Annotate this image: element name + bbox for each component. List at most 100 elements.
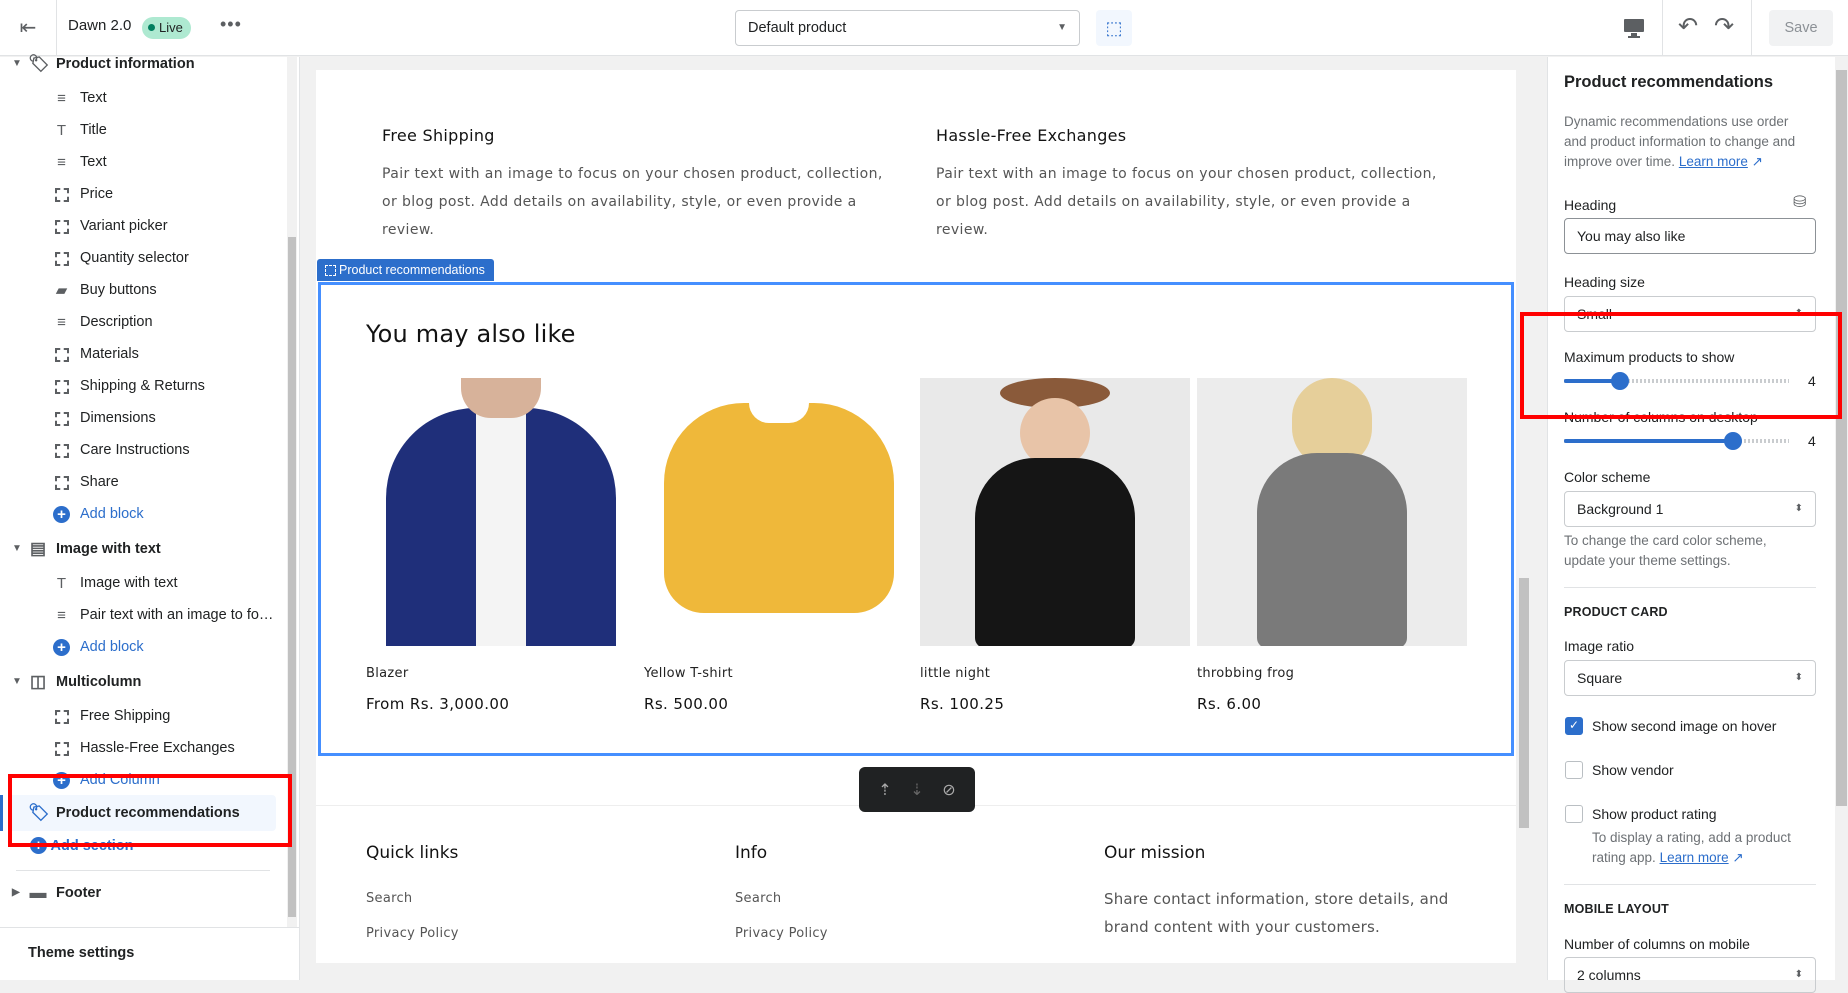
block-icon [55, 742, 69, 756]
show-rating-label[interactable]: Show product rating [1592, 806, 1717, 822]
block-icon [55, 710, 69, 724]
product-image[interactable] [366, 378, 636, 646]
block-item[interactable]: ≡ Pair text with an image to foc… [0, 601, 286, 629]
color-scheme-select[interactable]: Background 1 ⬍ [1564, 491, 1816, 527]
inspector-toggle-button[interactable]: ⬚ [1096, 10, 1132, 46]
block-item[interactable]: ≡ Description [0, 308, 286, 336]
chevron-down-icon[interactable]: ▼ [12, 534, 22, 564]
footer-link[interactable]: Privacy Policy [735, 926, 828, 941]
chevron-right-icon[interactable]: ▶ [12, 878, 20, 908]
product-name[interactable]: throbbing frog [1197, 666, 1467, 681]
divider [56, 0, 57, 56]
redo-icon[interactable]: ↷ [1714, 12, 1734, 41]
block-icon [55, 220, 69, 234]
columns-desktop-slider[interactable] [1564, 432, 1789, 450]
section-footer[interactable]: ▶ ▬ Footer [0, 878, 286, 908]
show-second-image-label[interactable]: Show second image on hover [1592, 718, 1776, 734]
template-select[interactable]: Default product ▼ [735, 10, 1080, 46]
block-item[interactable]: Shipping & Returns [0, 372, 286, 400]
product-card[interactable]: little night Rs. 100.25 [920, 378, 1190, 713]
footer-link[interactable]: Search [366, 891, 412, 906]
chevron-down-icon[interactable]: ▼ [12, 667, 22, 697]
product-image[interactable] [644, 378, 914, 646]
learn-more-link[interactable]: Learn more [1679, 154, 1748, 169]
product-card[interactable]: Blazer From Rs. 3,000.00 [366, 378, 636, 713]
block-item[interactable]: Quantity selector [0, 244, 286, 272]
block-item[interactable]: Free Shipping [0, 702, 286, 730]
template-select-value: Default product [748, 20, 847, 36]
divider [0, 927, 300, 928]
rating-help: To display a rating, add a product ratin… [1592, 828, 1812, 868]
block-label: Text [80, 154, 107, 170]
select-value: Background 1 [1577, 501, 1664, 517]
dynamic-source-icon[interactable]: ⛁ [1793, 192, 1806, 212]
product-name[interactable]: Yellow T-shirt [644, 666, 914, 681]
desktop-view-icon[interactable] [1622, 16, 1646, 40]
more-actions-button[interactable]: ••• [220, 14, 242, 35]
select-value: 2 columns [1577, 967, 1641, 983]
product-image[interactable] [920, 378, 1190, 646]
multicolumn-text: Pair text with an image to focus on your… [382, 166, 883, 238]
footer-link[interactable]: Privacy Policy [366, 926, 459, 941]
columns-mobile-label: Number of columns on mobile [1564, 936, 1750, 952]
heading-input[interactable]: You may also like [1564, 218, 1816, 254]
external-link-icon: ↗ [1751, 154, 1763, 169]
chevron-down-icon[interactable]: ▼ [12, 49, 22, 79]
move-down-icon[interactable]: ⇣ [910, 767, 923, 812]
theme-settings-button[interactable]: Theme settings [28, 945, 134, 961]
show-vendor-label[interactable]: Show vendor [1592, 762, 1674, 778]
block-label: Dimensions [80, 410, 156, 426]
section-multicolumn[interactable]: ▼ ◫ Multicolumn [0, 667, 286, 697]
block-item[interactable]: Dimensions [0, 404, 286, 432]
plus-circle-icon: + [53, 639, 70, 656]
divider [16, 870, 270, 871]
preview-scrollbar-thumb[interactable] [1519, 578, 1529, 828]
product-name[interactable]: Blazer [366, 666, 636, 681]
block-label: Free Shipping [80, 708, 171, 724]
block-icon [55, 348, 69, 362]
section-label: Product information [56, 56, 195, 72]
block-item[interactable]: Care Instructions [0, 436, 286, 464]
block-item[interactable]: T Title [0, 116, 286, 144]
columns-mobile-select[interactable]: 2 columns ⬍ [1564, 957, 1816, 993]
block-item[interactable]: ≡ Text [0, 84, 286, 112]
show-vendor-checkbox[interactable] [1565, 761, 1583, 779]
preview-scrollbar[interactable] [1518, 70, 1530, 963]
product-card[interactable]: Yellow T-shirt Rs. 500.00 [644, 378, 914, 713]
text-lines-icon: ≡ [57, 607, 66, 624]
block-item[interactable]: Materials [0, 340, 286, 368]
section-product-information[interactable]: ▼ 🏷︎ Product information [0, 49, 286, 79]
product-name[interactable]: little night [920, 666, 1190, 681]
footer-link[interactable]: Search [735, 891, 781, 906]
add-block-button[interactable]: + Add block [0, 633, 286, 661]
block-item[interactable]: T Image with text [0, 569, 286, 597]
block-item[interactable]: Share [0, 468, 286, 496]
section-image-with-text[interactable]: ▼ ▤ Image with text [0, 534, 286, 564]
divider [1564, 884, 1816, 885]
block-icon [55, 412, 69, 426]
move-up-icon[interactable]: ⇡ [878, 767, 891, 812]
color-scheme-help: To change the card color scheme, update … [1564, 533, 1767, 568]
image-ratio-select[interactable]: Square ⬍ [1564, 660, 1816, 696]
hide-eye-icon[interactable]: ⊘ [942, 767, 955, 812]
show-second-image-checkbox[interactable]: ✓ [1565, 717, 1583, 735]
rating-learn-more-link[interactable]: Learn more [1660, 850, 1729, 865]
show-rating-checkbox[interactable] [1565, 805, 1583, 823]
block-item[interactable]: ▰ Buy buttons [0, 276, 286, 304]
block-item[interactable]: Price [0, 180, 286, 208]
block-item[interactable]: Variant picker [0, 212, 286, 240]
section-tag[interactable]: Product recommendations [317, 259, 494, 281]
settings-scrollbar-thumb[interactable] [1836, 70, 1847, 806]
exit-icon[interactable]: ⇤ [16, 16, 40, 40]
product-card[interactable]: throbbing frog Rs. 6.00 [1197, 378, 1467, 713]
save-button[interactable]: Save [1769, 10, 1833, 46]
slider-thumb[interactable] [1723, 432, 1742, 450]
columns-desktop-value: 4 [1808, 433, 1816, 449]
section-label: Footer [56, 885, 102, 901]
undo-icon[interactable]: ↶ [1678, 12, 1698, 41]
block-item[interactable]: Hassle-Free Exchanges [0, 734, 286, 762]
block-item[interactable]: ≡ Text [0, 148, 286, 176]
columns-icon: ◫ [29, 672, 47, 691]
add-block-button[interactable]: + Add block [0, 500, 286, 528]
product-image[interactable] [1197, 378, 1467, 646]
